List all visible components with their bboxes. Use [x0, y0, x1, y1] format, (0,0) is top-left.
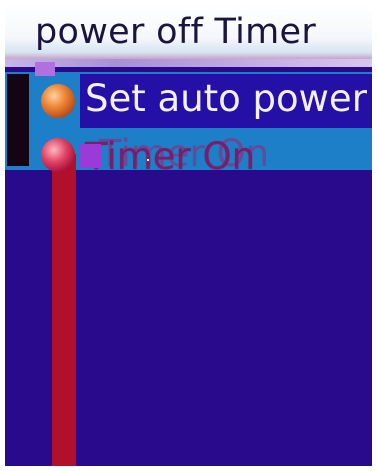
- title-bar: power off Timer: [5, 4, 372, 67]
- artifact-patch: [79, 144, 101, 168]
- artifact-patch: [35, 62, 55, 76]
- menu-item-label: Timer On: [85, 135, 256, 178]
- vertical-accent-bar: [52, 154, 76, 466]
- page-title: power off Timer: [35, 12, 317, 52]
- menu-item-label: Set auto power: [85, 77, 367, 120]
- orange-radio-icon: [41, 84, 75, 118]
- red-radio-icon: [41, 138, 75, 172]
- artifact-dot: [147, 159, 149, 161]
- device-screen: power off Timer Set auto power Timer On …: [5, 4, 372, 466]
- left-margin-block: [7, 74, 29, 166]
- title-divider: [5, 59, 372, 67]
